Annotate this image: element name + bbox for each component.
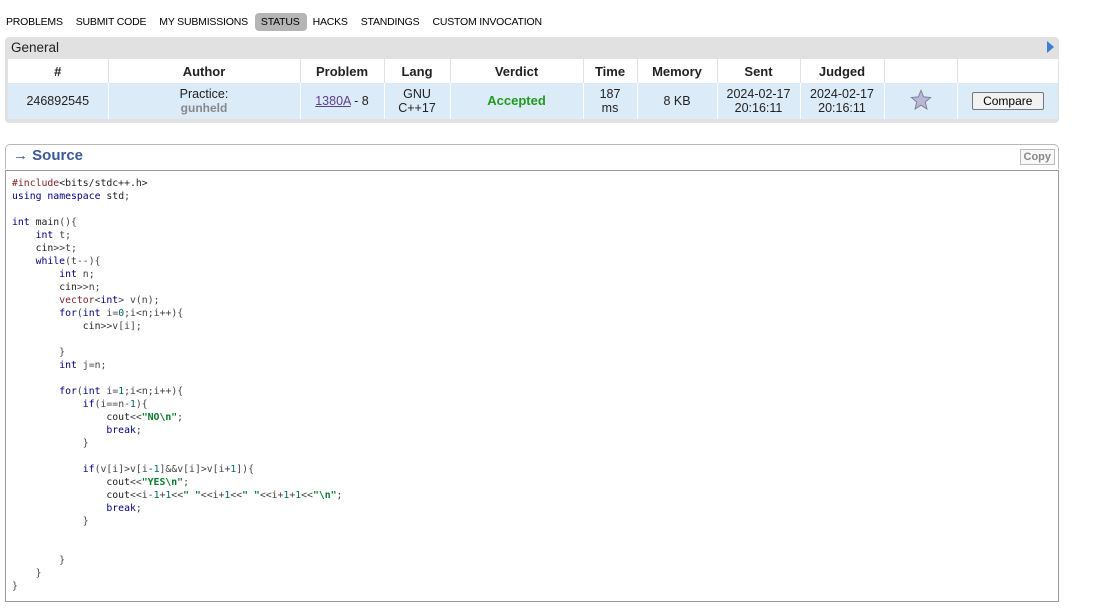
judged-time: 20:16:11 (818, 101, 866, 115)
general-title: General (11, 40, 60, 55)
compare-button[interactable]: Compare (971, 92, 1044, 110)
author-cell: Practice: gunheld (108, 83, 301, 119)
code-line: break; (106, 503, 142, 514)
nav-submit-code[interactable]: Submit Code (70, 13, 154, 31)
source-header: → Source Copy (5, 144, 1059, 169)
verdict-status: Accepted (487, 93, 546, 108)
sent-time: 20:16:11 (734, 101, 783, 115)
code-line: } (12, 555, 66, 566)
code-line: } (12, 568, 42, 579)
time-unit: ms (601, 101, 619, 115)
nav-my-submissions[interactable]: My Submissions (153, 13, 255, 31)
lang-line1: GNU (403, 87, 431, 101)
judged-date: 2024-02-17 (810, 87, 874, 101)
code-line: int t; (35, 230, 72, 241)
table-row: 246892545 Practice: gunheld 1380A - 8 GN… (8, 83, 1058, 119)
code-line: for(int i=0;i<n;i++){ (59, 308, 184, 319)
source-code: #include<bits/stdc++.h> using namespace s… (12, 177, 342, 593)
source-title: → Source (13, 147, 84, 164)
code-line: } (12, 581, 18, 592)
nav-problems[interactable]: Problems (0, 13, 70, 31)
col-header-problem: Problem (300, 59, 385, 83)
sent-date: 2024-02-17 (726, 87, 791, 101)
code-line: vector<int> v(n); (59, 295, 160, 306)
author-type: Practice: (179, 87, 229, 101)
col-header-favorite (884, 59, 958, 83)
compare-cell: Compare (957, 83, 1058, 119)
lang-cell: GNU C++17 (384, 83, 451, 119)
verdict-cell: Accepted (450, 83, 584, 119)
code-line: cin>>v[i]; (82, 321, 142, 332)
general-panel: General # Author Problem Lang Verdict Ti… (5, 37, 1059, 123)
submission-table: # Author Problem Lang Verdict Time Memor… (8, 59, 1058, 119)
code-line: break; (106, 425, 142, 436)
sent-cell: 2024-02-17 20:16:11 (717, 83, 801, 119)
nav-hacks[interactable]: Hacks (307, 13, 355, 31)
code-line: #include<bits/stdc++.h> (12, 178, 148, 189)
code-line: int j=n; (59, 360, 107, 371)
code-line: cout<<"YES\n"; (106, 477, 189, 488)
code-line: cin>>n; (59, 282, 101, 293)
col-header-author: Author (108, 59, 301, 83)
nav-status[interactable]: Status (254, 13, 307, 31)
code-line: } (12, 516, 89, 527)
submission-id: 246892545 (8, 83, 109, 119)
problem-suffix: - 8 (350, 94, 369, 108)
code-line: int main(){ (12, 217, 77, 228)
code-line: for(int i=1;i<n;i++){ (59, 386, 184, 397)
code-line: int n; (59, 269, 95, 280)
lang-line2: C++17 (398, 101, 436, 115)
author-handle[interactable]: gunheld (109, 101, 300, 115)
code-line: cin>>t; (35, 243, 77, 254)
nav-standings[interactable]: Standings (355, 13, 427, 31)
time-value: 187 (599, 87, 621, 101)
star-icon[interactable] (909, 88, 932, 111)
nav-custom-invocation[interactable]: Custom Invocation (426, 13, 548, 31)
problem-link[interactable]: 1380A (315, 94, 350, 108)
source-code-box: #include<bits/stdc++.h> using namespace s… (5, 170, 1059, 602)
favorite-cell (884, 83, 958, 119)
memory-cell: 8 KB (637, 83, 718, 119)
code-line: } (12, 438, 89, 449)
col-header-compare (957, 59, 1058, 83)
expand-arrow-icon[interactable] (1047, 41, 1054, 53)
col-header-sent: Sent (717, 59, 801, 83)
col-header-time: Time (583, 59, 638, 83)
table-header-row: # Author Problem Lang Verdict Time Memor… (8, 59, 1058, 83)
code-line: if(v[i]>v[i-1]&&v[i]>v[i+1]){ (82, 464, 254, 475)
code-line: } (12, 347, 66, 358)
code-line: while(t--){ (35, 256, 101, 267)
code-line: cout<<i-1+1<<" "<<i+1<<" "<<i+1+1<<"\n"; (106, 490, 343, 501)
col-header-verdict: Verdict (450, 59, 584, 83)
col-header-id: # (8, 59, 109, 83)
code-line: cout<<"NO\n"; (106, 412, 184, 423)
copy-button[interactable]: Copy (1019, 149, 1055, 165)
code-line: using namespace std; (12, 191, 131, 202)
code-line: if(i==n-1){ (82, 399, 148, 410)
col-header-lang: Lang (384, 59, 451, 83)
top-nav: Problems Submit Code My Submissions Stat… (0, 12, 549, 32)
problem-cell: 1380A - 8 (300, 83, 385, 119)
col-header-memory: Memory (637, 59, 718, 83)
judged-cell: 2024-02-17 20:16:11 (800, 83, 885, 119)
col-header-judged: Judged (800, 59, 885, 83)
time-cell: 187 ms (583, 83, 638, 119)
